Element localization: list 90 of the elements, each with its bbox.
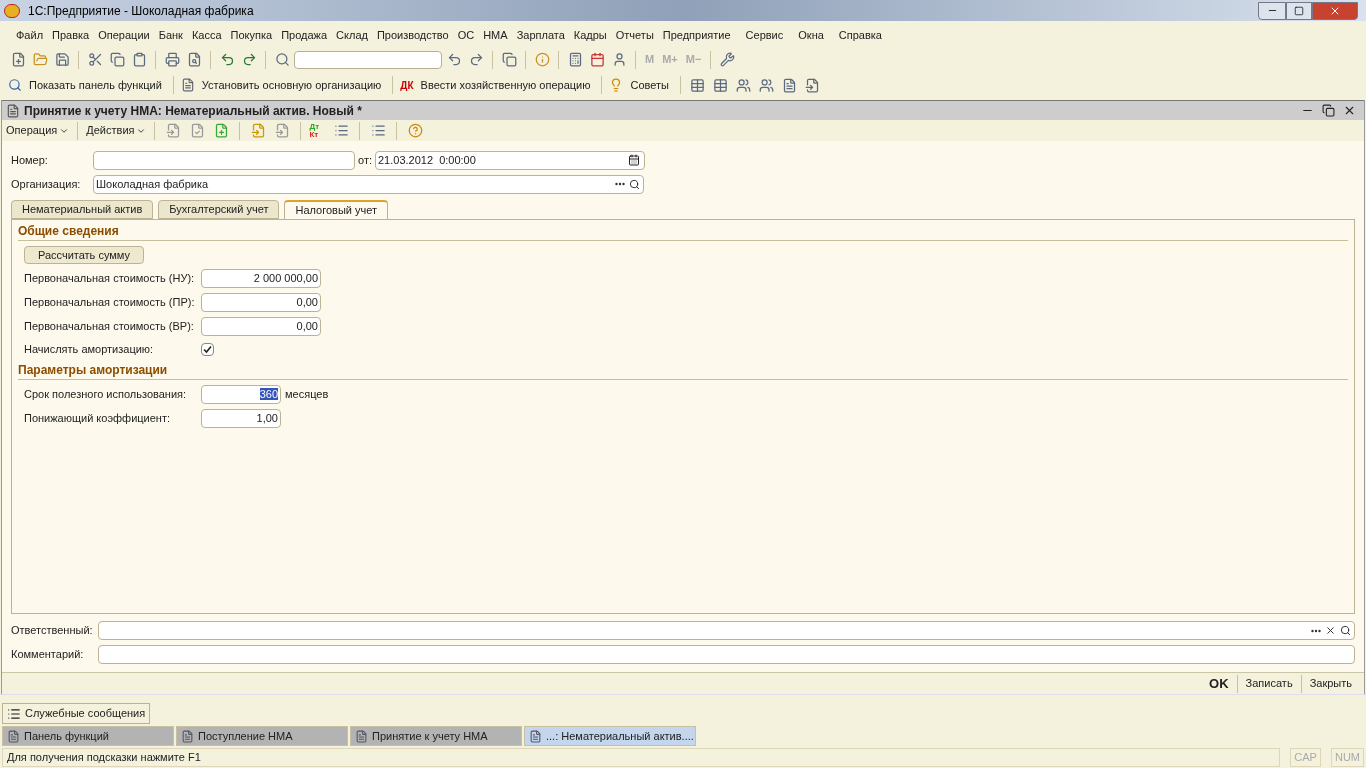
menu-item[interactable]: Покупка xyxy=(230,26,273,44)
restore-icon[interactable] xyxy=(1322,104,1335,117)
field-label: Первоначальная стоимость (ВР): xyxy=(24,319,195,335)
search-combo-field[interactable] xyxy=(294,50,442,69)
menu-item[interactable]: Кадры xyxy=(573,26,607,44)
menu-item[interactable]: Банк xyxy=(158,26,183,44)
menu-item[interactable]: Продажа xyxy=(281,26,328,44)
document-icon xyxy=(180,78,195,92)
calendar-icon[interactable] xyxy=(628,154,640,166)
debit-credit-icon[interactable]: Дт Кт xyxy=(309,122,328,139)
taskbar-item[interactable]: Принятие к учету НМА xyxy=(350,726,522,746)
field-label: от: xyxy=(358,152,372,168)
section-title: Параметры амортизации xyxy=(18,362,168,377)
close-button[interactable] xyxy=(1312,1,1358,20)
menu-item[interactable]: Операции xyxy=(98,26,150,44)
dialog-button[interactable]: Закрыть xyxy=(1305,675,1356,692)
unit-label: месяцев xyxy=(285,386,329,402)
useful-life-field[interactable]: 360 xyxy=(201,384,281,404)
organization-field[interactable]: Шоколадная фабрика xyxy=(93,174,644,194)
field-label: Номер: xyxy=(11,152,49,168)
status-hint: Для получения подсказки нажмите F1 xyxy=(2,747,1281,767)
window-title: 1С:Предприятие - Шоколадная фабрика xyxy=(28,2,254,20)
amount-field[interactable]: 2 000 000,00 xyxy=(201,269,321,288)
clear-icon[interactable] xyxy=(1325,625,1336,636)
restore-button[interactable] xyxy=(1286,1,1312,20)
menu-item[interactable]: Касса xyxy=(191,26,222,44)
operation-icon: ДК xyxy=(400,77,414,93)
field-label: Понижающий коэффициент: xyxy=(24,410,171,426)
function-bar-button[interactable]: Показать панель функций xyxy=(25,76,166,94)
number-field[interactable] xyxy=(93,150,355,170)
function-bar-button[interactable]: Установить основную организацию xyxy=(197,76,386,94)
document-icon xyxy=(181,729,194,743)
menu-item[interactable]: Склад xyxy=(336,26,368,44)
taskbar-item[interactable]: Панель функций xyxy=(2,726,174,746)
taskbar-item[interactable]: ...: Нематериальный актив.... xyxy=(524,726,696,746)
ellipsis-icon[interactable] xyxy=(615,182,625,186)
ellipsis-icon[interactable] xyxy=(1311,628,1321,633)
menu-item[interactable]: ОС xyxy=(457,26,475,44)
field-label: Начислять амортизацию: xyxy=(24,342,155,357)
calculate-button[interactable]: Рассчитать сумму xyxy=(24,246,144,264)
menu-item[interactable]: Правка xyxy=(52,26,90,44)
amount-field[interactable]: 0,00 xyxy=(201,293,321,312)
amount-field[interactable]: 0,00 xyxy=(201,317,321,336)
function-bar-button[interactable]: Ввести хозяйственную операцию xyxy=(416,76,595,94)
messages-button[interactable]: Служебные сообщения xyxy=(2,703,151,724)
menu-item[interactable]: НМА xyxy=(483,26,508,44)
close-icon[interactable] xyxy=(1343,104,1356,117)
tab[interactable]: Бухгалтерский учет xyxy=(158,200,280,219)
messages-icon xyxy=(7,706,21,721)
app-logo-icon xyxy=(4,3,20,18)
menu-item[interactable]: Сервис xyxy=(745,26,784,44)
menu-item[interactable]: Отчеты xyxy=(615,26,654,44)
toolbar-menu-button[interactable]: Операция xyxy=(6,122,70,139)
menu-item[interactable]: Зарплата xyxy=(516,26,565,44)
field-label: Комментарий: xyxy=(11,647,85,663)
menu-item[interactable]: Окна xyxy=(798,26,824,44)
status-indicator: NUM xyxy=(1330,747,1364,767)
tab[interactable]: Налоговый учет xyxy=(284,200,389,219)
field-label: Срок полезного использования: xyxy=(24,386,188,402)
document-icon xyxy=(6,103,20,118)
field-label: Первоначальная стоимость (ПР): xyxy=(24,295,196,311)
taskbar-item[interactable]: Поступление НМА xyxy=(176,726,348,746)
document-icon xyxy=(355,729,368,743)
document-icon xyxy=(7,729,20,743)
document-title: Принятие к учету НМА: Нематериальный актив. Новый * xyxy=(24,102,362,120)
minimize-button[interactable] xyxy=(1258,1,1286,20)
checkbox[interactable] xyxy=(201,342,214,356)
toolbar-menu-button[interactable]: Действия xyxy=(86,122,147,139)
search-icon[interactable] xyxy=(1340,625,1351,636)
search-icon[interactable] xyxy=(629,178,640,190)
date-field[interactable]: 21.03.2012 0:00:00 xyxy=(375,150,645,170)
tab[interactable]: Нематериальный актив xyxy=(11,200,154,219)
coefficient-field[interactable]: 1,00 xyxy=(201,408,281,428)
document-icon xyxy=(529,729,542,743)
menu-item[interactable]: Файл xyxy=(16,26,44,44)
menu-item[interactable]: Предприятие xyxy=(662,26,731,44)
menu-item[interactable]: Справка xyxy=(838,26,882,44)
magnifier-icon xyxy=(8,78,22,92)
section-title: Общие сведения xyxy=(18,224,119,238)
field-label: Организация: xyxy=(11,176,82,192)
dialog-button[interactable]: Записать xyxy=(1241,675,1297,692)
field-label: Первоначальная стоимость (НУ): xyxy=(24,271,196,287)
restore-icon xyxy=(1294,5,1304,16)
function-bar-button[interactable]: Советы xyxy=(626,76,673,94)
field-label: Ответственный: xyxy=(11,623,94,639)
responsible-field[interactable] xyxy=(98,621,1355,640)
comment-field[interactable] xyxy=(98,645,1355,664)
menu-item[interactable]: Производство xyxy=(376,26,449,44)
status-indicator: CAP xyxy=(1290,747,1321,767)
dialog-button[interactable]: OK xyxy=(1205,673,1233,694)
